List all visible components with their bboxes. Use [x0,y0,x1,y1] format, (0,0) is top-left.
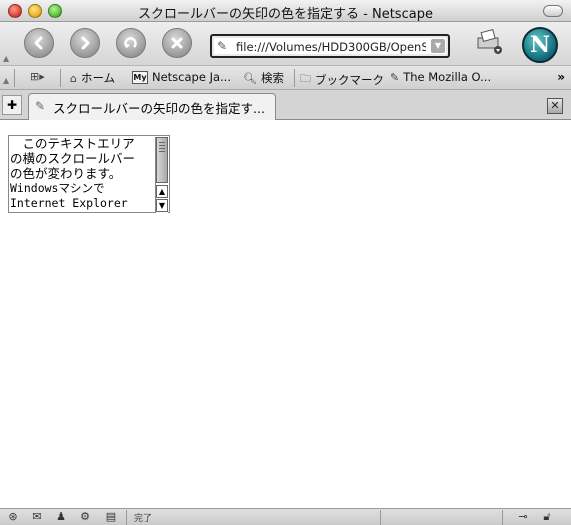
toolbar-toggle-button[interactable] [543,5,563,17]
composer-icon[interactable]: ⚙ [78,510,92,524]
separator [294,69,295,87]
tab-active[interactable]: ✎ スクロールバーの矢印の色を指定す... [28,93,276,120]
collapse-toolbar-icon[interactable]: ▲ [3,54,9,63]
textarea-line: Windowsマシンで [10,181,105,195]
textarea-line: このテキストエリア [10,136,135,151]
reload-button[interactable] [116,28,146,58]
separator [126,510,127,525]
url-dropdown-icon[interactable]: ▼ [431,39,445,53]
security-lock-icon[interactable]: 🔓︎ [540,510,554,524]
forward-button[interactable] [70,28,100,58]
tab-bar: ✚ ✎ スクロールバーの矢印の色を指定す... ✕ [0,90,571,120]
search-icon: 🔍︎ [243,71,257,85]
status-text: 完了 [134,514,153,524]
browser-window: スクロールバーの矢印の色を指定する - Netscape ▲ ✎ file://… [0,0,571,525]
bookmark-label: 検索 [260,71,284,85]
textarea-text[interactable]: このテキストエリア の横のスクロールバー の色が変わります。 Windowsマシ… [10,136,155,212]
close-tab-button[interactable]: ✕ [547,98,563,114]
collapse-personal-toolbar-icon[interactable]: ▲ [3,76,9,85]
textarea-line: の色が変わります。 [10,166,122,181]
navigation-toolbar: ▲ ✎ file:///Volumes/HDD300GB/OpenSp ▼ N [0,22,571,66]
address-book-icon[interactable]: ▤ [104,510,118,524]
bookmark-label: The Mozilla O... [403,70,492,84]
page-icon: ✎ [217,39,228,53]
home-icon: ⌂ [70,71,77,85]
back-button[interactable] [24,28,54,58]
bookmark-mozilla[interactable]: ✎ The Mozilla O... [390,70,491,84]
my-icon: My [132,70,148,84]
bookmarks-menu[interactable]: 🗀 ブックマーク [300,70,384,89]
new-tab-icon[interactable]: ✚ [2,95,22,115]
textarea-line: Internet Explorer [10,196,128,210]
page-icon: ✎ [35,99,46,113]
reload-icon [124,37,137,48]
url-bar[interactable]: ✎ file:///Volumes/HDD300GB/OpenSp ▼ [210,34,450,58]
window-title: スクロールバーの矢印の色を指定する - Netscape [138,7,433,22]
bookmark-netscape-japan[interactable]: My Netscape Ja... [132,70,231,84]
url-text[interactable]: file:///Volumes/HDD300GB/OpenSp [236,40,426,54]
bookmark-search[interactable]: 🔍︎ 検索 [243,70,284,86]
scroll-down-arrow-icon[interactable]: ▼ [156,199,168,212]
bookmark-label: ホーム [80,71,116,85]
back-arrow-icon [34,36,43,50]
scrollbar-thumb[interactable] [156,137,168,183]
bookmark-home[interactable]: ⌂ ホーム [70,70,115,86]
status-bar: ⊛ ✉ ♟ ⚙ ▤ 完了 ⊸ 🔓︎ [0,508,571,525]
bookmark-icon: ✎ [390,70,400,84]
textarea-line: の横のスクロールバー [10,151,136,166]
title-bar: スクロールバーの矢印の色を指定する - Netscape [0,0,571,22]
separator [14,69,15,87]
forward-arrow-icon [81,36,90,50]
bookmark-label: Netscape Ja... [152,70,231,84]
personal-toolbar: ▲ ⊞▸ ⌂ ホーム My Netscape Ja... 🔍︎ 検索 🗀 ブック… [0,66,571,90]
separator [60,69,61,87]
instant-messenger-icon[interactable]: ♟ [54,510,68,524]
tab-label: スクロールバーの矢印の色を指定す... [53,101,265,116]
more-bookmarks-button[interactable]: » [557,70,565,84]
print-icon[interactable] [474,28,504,56]
mail-icon[interactable]: ✉ [30,510,44,524]
page-content: このテキストエリア の横のスクロールバー の色が変わります。 Windowsマシ… [0,121,571,508]
online-status-icon[interactable]: ⊸ [512,510,534,524]
bookmark-label: ブックマーク [315,72,384,87]
stop-icon [171,37,183,49]
demo-textarea[interactable]: このテキストエリア の横のスクロールバー の色が変わります。 Windowsマシ… [8,135,170,213]
tab-list-icon: ⊞▸ [30,70,45,83]
netscape-logo[interactable]: N [522,27,558,63]
navigator-icon[interactable]: ⊛ [6,510,20,524]
separator [502,510,503,525]
stop-button[interactable] [162,28,192,58]
separator [380,510,381,525]
scroll-up-arrow-icon[interactable]: ▲ [156,185,168,198]
textarea-scrollbar[interactable]: ▲ ▼ [155,137,168,213]
folder-icon: 🗀 [300,72,311,85]
tab-list-button[interactable]: ⊞▸ [30,70,45,83]
